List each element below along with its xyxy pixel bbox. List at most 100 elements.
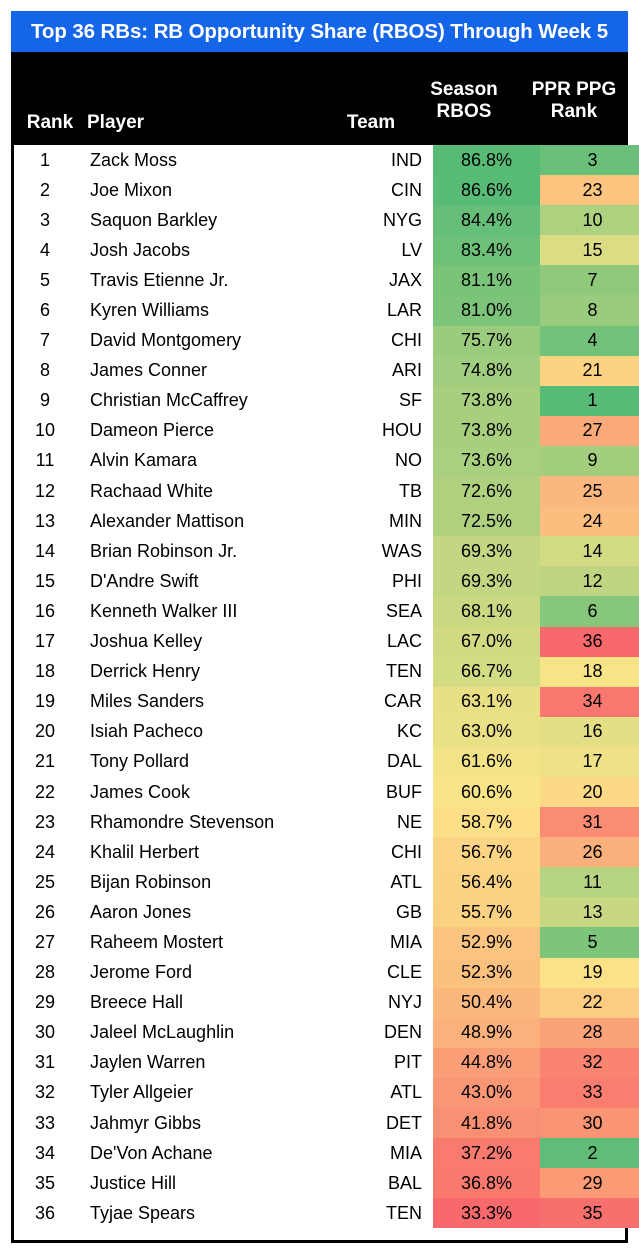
table-row: 27 Raheem Mostert MIA 52.9% 5 xyxy=(14,927,639,958)
table-row: 9 Christian McCaffrey SF 73.8% 1 xyxy=(14,385,639,416)
cell-team: PHI xyxy=(391,570,422,591)
cell-team: NE xyxy=(396,811,422,832)
cell-season-rbos: 33.3% xyxy=(433,1198,540,1229)
cell-season-rbos: 55.7% xyxy=(433,897,540,928)
cell-rank: 27 xyxy=(34,931,56,952)
cell-season-rbos: 67.0% xyxy=(433,626,540,657)
cell-season-rbos: 41.8% xyxy=(433,1108,540,1139)
table-row: 2 Joe Mixon CIN 86.6% 23 xyxy=(14,175,639,206)
cell-ppr-ppg-rank: 18 xyxy=(540,656,639,687)
cell-team: LAC xyxy=(386,631,422,652)
cell-rank: 11 xyxy=(35,450,55,471)
table-row: 32 Tyler Allgeier ATL 43.0% 33 xyxy=(14,1077,639,1108)
cell-player-name: Dameon Pierce xyxy=(90,420,215,441)
cell-season-rbos: 73.8% xyxy=(433,385,540,416)
column-header-ppr-ppg-rank: PPR PPG Rank xyxy=(519,79,629,123)
cell-player-name: Jerome Ford xyxy=(90,962,193,983)
cell-ppr-ppg-rank: 17 xyxy=(540,746,639,777)
cell-rank: 30 xyxy=(34,1022,56,1043)
cell-ppr-ppg-rank: 5 xyxy=(540,927,639,958)
table-row: 7 David Montgomery CHI 75.7% 4 xyxy=(14,325,639,356)
cell-season-rbos: 60.6% xyxy=(433,776,540,808)
column-header-ppr-ppg-rank-line1: PPR PPG xyxy=(531,79,617,100)
cell-season-rbos: 72.6% xyxy=(433,476,540,507)
cell-player-name: Christian McCaffrey xyxy=(90,390,248,411)
cell-player-name: Brian Robinson Jr. xyxy=(90,540,238,561)
cell-rank: 3 xyxy=(39,209,50,230)
cell-ppr-ppg-rank: 16 xyxy=(540,716,639,747)
cell-season-rbos: 66.7% xyxy=(433,656,540,687)
cell-ppr-ppg-rank: 23 xyxy=(540,175,639,206)
column-header-team: Team xyxy=(346,112,396,133)
cell-rank: 12 xyxy=(34,480,56,501)
table-row: 16 Kenneth Walker III SEA 68.1% 6 xyxy=(14,596,639,627)
table-row: 22 James Cook BUF 60.6% 20 xyxy=(14,776,639,808)
cell-team: TEN xyxy=(386,661,422,682)
cell-season-rbos: 69.3% xyxy=(433,536,540,567)
cell-ppr-ppg-rank: 34 xyxy=(540,686,639,717)
cell-team: ATL xyxy=(390,871,422,892)
cell-ppr-ppg-rank: 12 xyxy=(540,566,639,597)
cell-player-name: Alexander Mattison xyxy=(90,510,245,531)
cell-team: TEN xyxy=(386,1202,422,1223)
table-row: 10 Dameon Pierce HOU 73.8% 27 xyxy=(14,415,639,446)
table-row: 19 Miles Sanders CAR 63.1% 34 xyxy=(14,686,639,717)
column-header-season-rbos-line2: RBOS xyxy=(436,101,492,122)
cell-ppr-ppg-rank: 1 xyxy=(540,385,639,416)
cell-rank: 17 xyxy=(34,631,56,652)
cell-player-name: Josh Jacobs xyxy=(90,239,191,260)
cell-ppr-ppg-rank: 3 xyxy=(540,145,639,176)
column-header-player: Player xyxy=(87,112,145,133)
cell-player-name: Breece Hall xyxy=(90,992,184,1013)
table-row: 34 De'Von Achane MIA 37.2% 2 xyxy=(14,1138,639,1169)
table-row: 3 Saquon Barkley NYG 84.4% 10 xyxy=(14,205,639,236)
table-row: 33 Jahmyr Gibbs DET 41.8% 30 xyxy=(14,1108,639,1139)
cell-player-name: Miles Sanders xyxy=(90,691,205,712)
cell-player-name: Joe Mixon xyxy=(90,179,173,200)
cell-player-name: Jahmyr Gibbs xyxy=(90,1112,202,1133)
cell-player-name: Alvin Kamara xyxy=(90,450,198,471)
cell-team: CLE xyxy=(386,962,422,983)
cell-rank: 7 xyxy=(39,330,50,351)
cell-team: MIA xyxy=(389,1142,422,1163)
cell-rank: 4 xyxy=(39,239,50,260)
cell-ppr-ppg-rank: 21 xyxy=(540,355,639,386)
cell-rank: 15 xyxy=(34,570,56,591)
cell-ppr-ppg-rank: 6 xyxy=(540,596,639,627)
cell-player-name: James Conner xyxy=(90,360,208,381)
cell-rank: 10 xyxy=(34,420,56,441)
cell-season-rbos: 50.4% xyxy=(433,987,540,1018)
cell-rank: 29 xyxy=(34,992,56,1013)
cell-rank: 19 xyxy=(34,691,56,712)
cell-team: JAX xyxy=(388,269,422,290)
cell-season-rbos: 63.0% xyxy=(433,716,540,747)
cell-season-rbos: 37.2% xyxy=(433,1138,540,1169)
cell-season-rbos: 81.1% xyxy=(433,265,540,296)
cell-season-rbos: 83.4% xyxy=(433,235,540,266)
cell-team: CHI xyxy=(391,841,422,862)
cell-rank: 9 xyxy=(39,390,50,411)
cell-player-name: Rhamondre Stevenson xyxy=(90,811,275,832)
cell-rank: 6 xyxy=(39,300,50,321)
table-row: 12 Rachaad White TB 72.6% 25 xyxy=(14,476,639,507)
cell-rank: 5 xyxy=(39,269,50,290)
table-row: 24 Khalil Herbert CHI 56.7% 26 xyxy=(14,837,639,868)
table-row: 8 James Conner ARI 74.8% 21 xyxy=(14,355,639,386)
table-row: 23 Rhamondre Stevenson NE 58.7% 31 xyxy=(14,807,639,838)
cell-ppr-ppg-rank: 31 xyxy=(540,807,639,838)
table-row: 11 Alvin Kamara NO 73.6% 9 xyxy=(14,445,639,477)
cell-rank: 16 xyxy=(34,600,56,621)
cell-player-name: D'Andre Swift xyxy=(90,570,199,591)
cell-team: DET xyxy=(386,1112,422,1133)
cell-ppr-ppg-rank: 32 xyxy=(540,1047,639,1078)
cell-ppr-ppg-rank: 33 xyxy=(540,1077,639,1108)
cell-season-rbos: 74.8% xyxy=(433,355,540,386)
cell-rank: 18 xyxy=(34,661,56,682)
cell-ppr-ppg-rank: 22 xyxy=(540,987,639,1018)
cell-team: NO xyxy=(395,450,422,471)
table-row: 30 Jaleel McLaughlin DEN 48.9% 28 xyxy=(14,1017,639,1048)
cell-rank: 25 xyxy=(34,871,56,892)
cell-rank: 21 xyxy=(34,751,56,772)
cell-rank: 23 xyxy=(34,811,56,832)
cell-season-rbos: 44.8% xyxy=(433,1047,540,1078)
